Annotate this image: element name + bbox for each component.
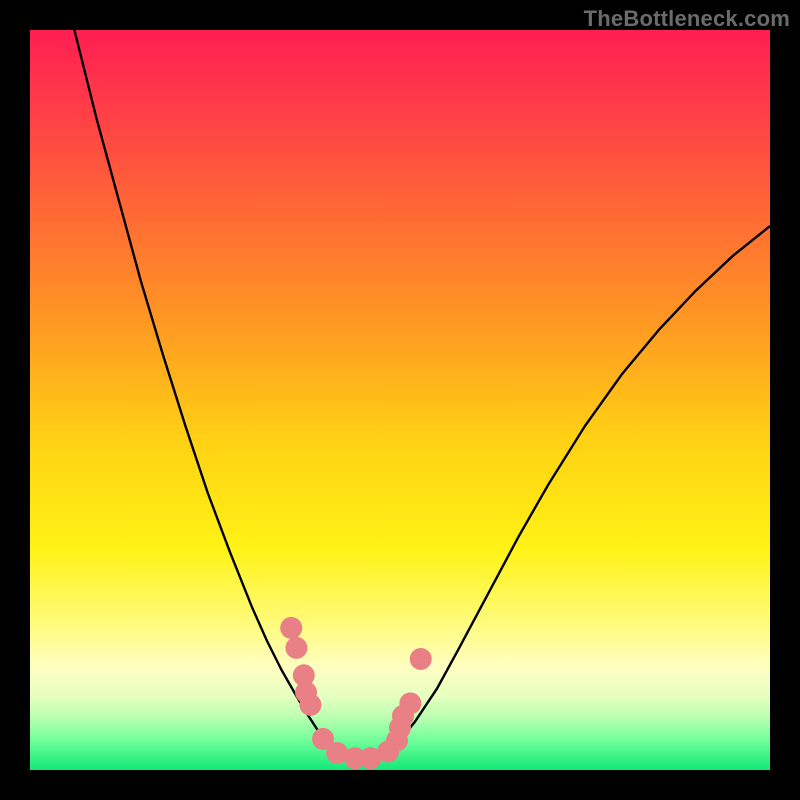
series-curve-left xyxy=(74,30,363,764)
marker-dot xyxy=(410,648,432,670)
marker-dot xyxy=(280,617,302,639)
watermark-text: TheBottleneck.com xyxy=(584,6,790,32)
marker-dot xyxy=(299,694,321,716)
series-curve-right xyxy=(363,226,770,764)
viewport: TheBottleneck.com xyxy=(0,0,800,800)
plot-area xyxy=(30,30,770,770)
marker-dot xyxy=(285,637,307,659)
chart-svg xyxy=(30,30,770,770)
marker-group xyxy=(280,617,431,769)
marker-dot xyxy=(399,692,421,714)
